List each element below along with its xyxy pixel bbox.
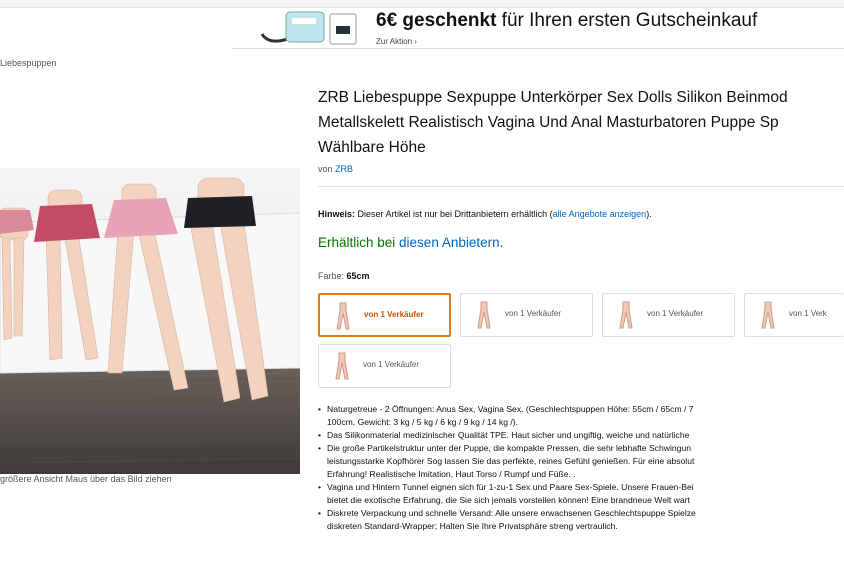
availability: Erhältlich bei diesen Anbietern. — [318, 235, 504, 250]
feature-bullets: Naturgetreue - 2 Öffnungen: Anus Sex, Va… — [318, 403, 844, 533]
byline: von ZRB — [318, 164, 354, 174]
feature-bullet: Diskrete Verpackung und schnelle Versand… — [318, 507, 844, 533]
feature-bullet: Das Silikonmaterial medizinischer Qualit… — [318, 429, 844, 442]
doll-thumbnail-icon — [619, 301, 633, 329]
sellers-link[interactable]: diesen Anbietern — [399, 235, 500, 250]
image-zoom-hint: größere Ansicht Maus über das Bild ziehe… — [0, 474, 172, 484]
variant-label: Farbe: 65cm — [318, 271, 370, 281]
feature-bullet: Die große Partikelstruktur unter der Pup… — [318, 442, 844, 481]
top-nav-strip — [0, 0, 844, 8]
product-title: ZRB Liebespuppe Sexpuppe Unterkörper Sex… — [318, 85, 844, 160]
doll-thumbnail-icon — [761, 301, 775, 329]
third-party-notice: Hinweis: Dieser Artikel ist nur bei Drit… — [318, 209, 652, 219]
all-offers-link[interactable]: alle Angebote anzeigen — [553, 209, 647, 219]
product-title-line: Metallskelett Realistisch Vagina Und Ana… — [318, 114, 779, 131]
variant-swatch-1[interactable]: von 1 Verkäufer — [318, 293, 451, 337]
promo-headline: 6€ geschenkt für Ihren ersten Gutscheink… — [376, 10, 758, 31]
product-header: ZRB Liebespuppe Sexpuppe Unterkörper Sex… — [318, 85, 844, 187]
promo-banner[interactable]: 6€ geschenkt für Ihren ersten Gutscheink… — [258, 8, 818, 48]
promo-link[interactable]: Zur Aktion › — [376, 37, 417, 46]
gift-card-promo-image — [260, 11, 357, 45]
divider — [232, 48, 844, 49]
variant-swatch-4[interactable]: von 1 Verk — [744, 293, 844, 337]
variant-swatch-5[interactable]: von 1 Verkäufer — [318, 344, 451, 388]
product-title-line: Wählbare Höhe — [318, 139, 426, 156]
feature-bullet: Vagina und Hintern Tunnel eignen sich fü… — [318, 481, 844, 507]
feature-bullet: Naturgetreue - 2 Öffnungen: Anus Sex, Va… — [318, 403, 844, 429]
product-photo — [0, 168, 300, 474]
breadcrumb[interactable]: Liebespuppen — [0, 58, 57, 68]
divider — [318, 186, 844, 187]
variant-swatch-2[interactable]: von 1 Verkäufer — [460, 293, 593, 337]
doll-thumbnail-icon — [335, 352, 349, 380]
doll-thumbnail-icon — [477, 301, 491, 329]
doll-thumbnail-icon — [336, 302, 350, 330]
brand-link[interactable]: ZRB — [335, 164, 353, 174]
product-main-image[interactable] — [0, 168, 300, 474]
variant-swatch-3[interactable]: von 1 Verkäufer — [602, 293, 735, 337]
product-title-line: ZRB Liebespuppe Sexpuppe Unterkörper Sex… — [318, 89, 788, 106]
